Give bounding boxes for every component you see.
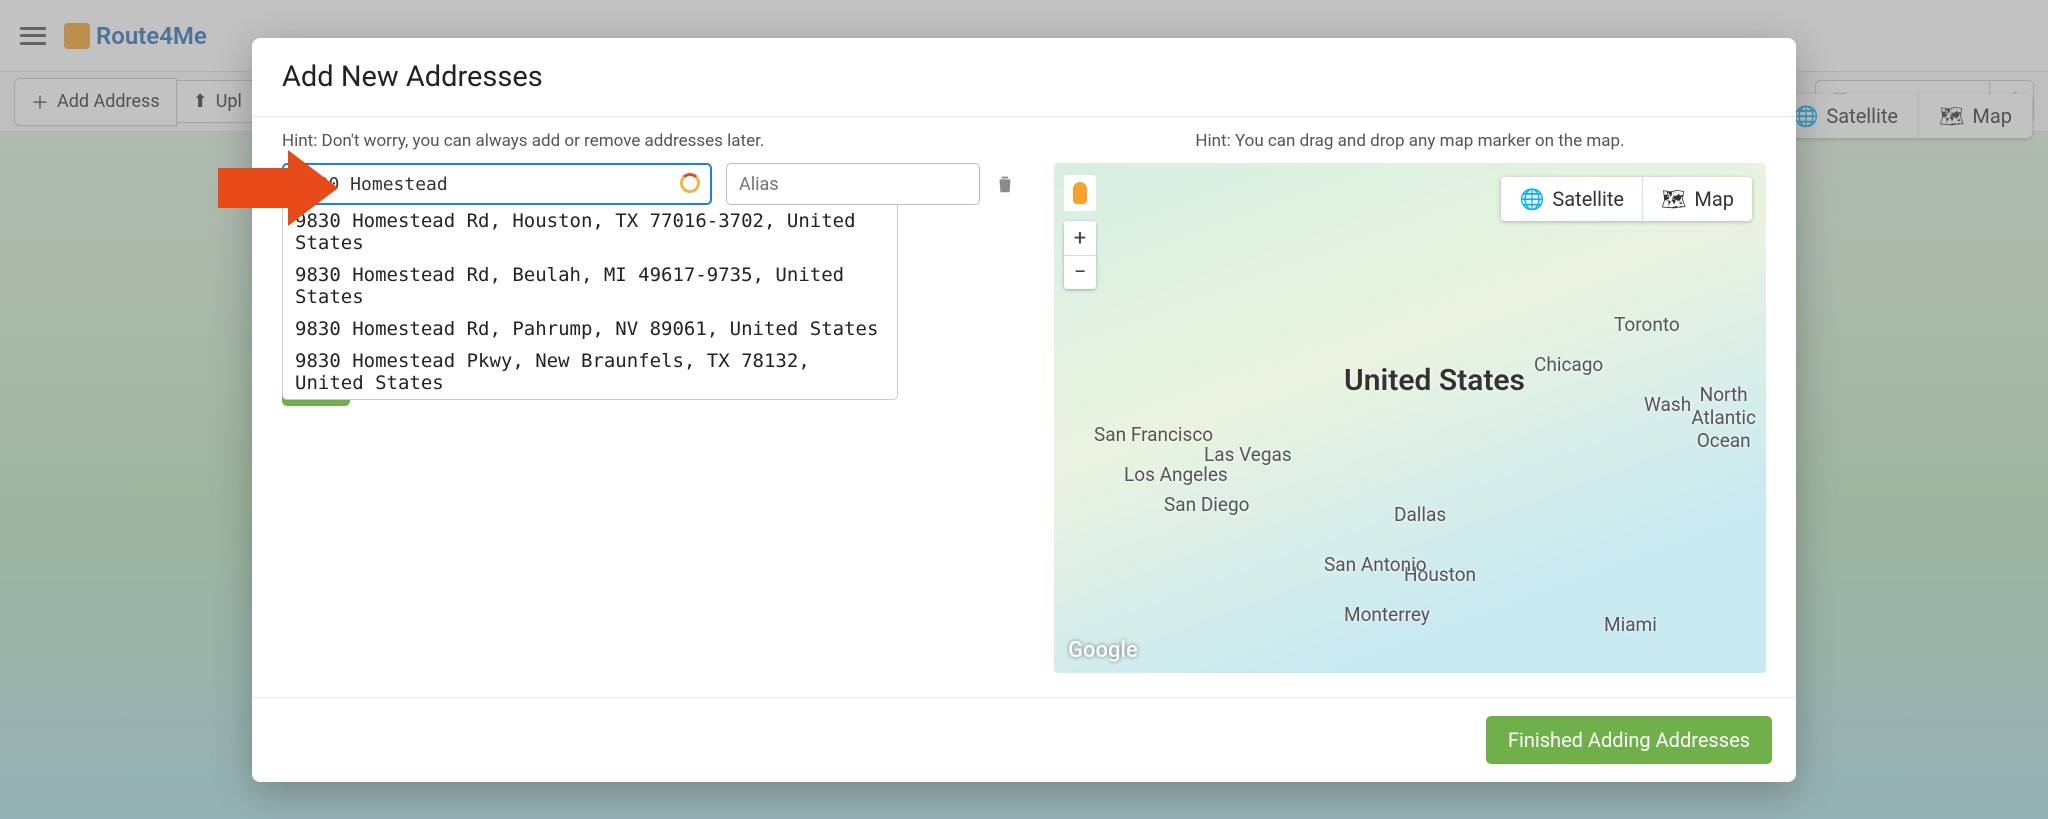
map-label-lv: Las Vegas: [1204, 443, 1292, 466]
map-label-sf: San Francisco: [1094, 423, 1213, 446]
map-label-miami: Miami: [1604, 613, 1657, 636]
google-watermark: Google: [1068, 638, 1138, 663]
map-label-dallas: Dallas: [1394, 503, 1446, 526]
zoom-in-button[interactable]: +: [1064, 221, 1096, 255]
map-label-monterrey: Monterrey: [1344, 603, 1430, 626]
map-label-us: United States: [1344, 363, 1525, 398]
map-label-toronto: Toronto: [1614, 313, 1680, 336]
map-label-la: Los Angeles: [1124, 463, 1228, 486]
modal-map-button[interactable]: 🗺 Map: [1642, 177, 1752, 221]
modal-map[interactable]: + − 🌐 Satellite 🗺 Map United States San …: [1054, 163, 1766, 673]
map-label-wash: Wash: [1644, 393, 1691, 416]
suggestion-item[interactable]: 9830 Homestead Rd, Pahrump, NV 89061, Un…: [283, 313, 897, 345]
map-label-sa: San Antonio: [1324, 553, 1427, 576]
add-addresses-modal: Add New Addresses Hint: Don't worry, you…: [252, 38, 1796, 782]
callout-arrow-icon: [218, 150, 338, 226]
map-label-atlantic: North Atlantic Ocean: [1691, 383, 1756, 452]
loading-spinner-icon: [680, 173, 700, 193]
address-suggestions: 9830 Homestead Rd, Houston, TX 77016-370…: [282, 205, 898, 400]
finished-adding-button[interactable]: Finished Adding Addresses: [1486, 716, 1772, 764]
map-label-chicago: Chicago: [1534, 353, 1603, 376]
suggestion-item[interactable]: 9830 Homestead Rd, Houston, TX 77016-370…: [283, 205, 897, 259]
modal-title: Add New Addresses: [252, 38, 1796, 117]
map-label-sd: San Diego: [1164, 493, 1250, 516]
globe-icon: 🌐: [1519, 187, 1544, 211]
hint-left: Hint: Don't worry, you can always add or…: [282, 131, 764, 151]
map-icon: 🗺: [1661, 187, 1686, 211]
hint-right: Hint: You can drag and drop any map mark…: [1195, 131, 1624, 151]
alias-input[interactable]: [726, 163, 980, 205]
suggestion-item[interactable]: 9830 Homestead Rd, Beulah, MI 49617-9735…: [283, 259, 897, 313]
modal-satellite-button[interactable]: 🌐 Satellite: [1501, 177, 1642, 221]
suggestion-item[interactable]: 9830 Homestead Pkwy, New Braunfels, TX 7…: [283, 345, 897, 399]
address-input[interactable]: [282, 163, 712, 205]
modal-map-type-toggle: 🌐 Satellite 🗺 Map: [1501, 177, 1752, 221]
pegman-icon[interactable]: [1064, 175, 1096, 211]
zoom-out-button[interactable]: −: [1064, 255, 1096, 289]
delete-row-button[interactable]: [994, 172, 1016, 196]
